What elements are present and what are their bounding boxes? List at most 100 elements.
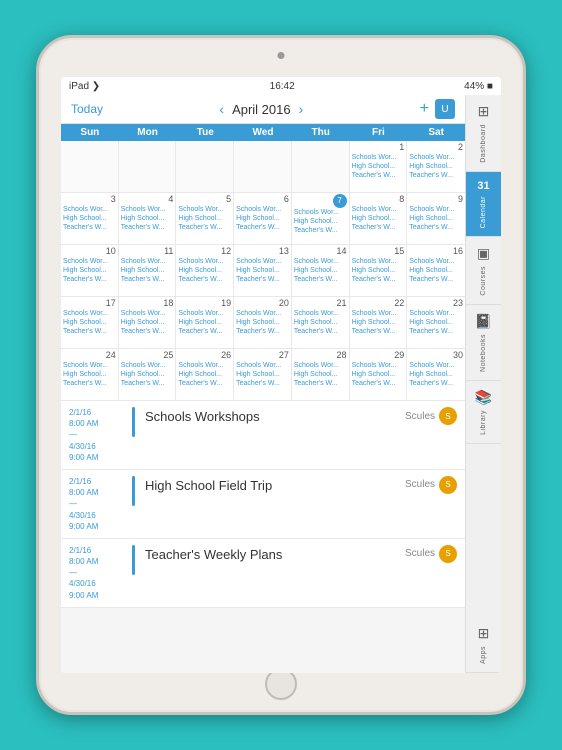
sidebar-item-apps[interactable]: ⊞ Apps [466,617,501,673]
event-end-time: 9:00 AM [69,521,124,532]
cal-event: Teacher's W... [294,226,347,235]
cal-cell-13[interactable]: 13 Schools Wor... High School... Teacher… [234,245,292,297]
cal-cell-30[interactable]: 30 Schools Wor... High School... Teacher… [407,349,465,401]
cal-cell-empty[interactable] [234,141,292,193]
event-start-time: 8:00 AM [69,556,124,567]
sidebar-item-calendar[interactable]: 31 Calendar [466,172,501,237]
cal-cell-24[interactable]: 24 Schools Wor... High School... Teacher… [61,349,119,401]
cal-cell-5[interactable]: 5 Schools Wor... High School... Teacher'… [176,193,234,245]
cal-event: Teacher's W... [121,275,174,284]
cal-event: High School... [294,318,347,327]
cal-date: 26 [178,350,231,361]
cal-date: 12 [178,246,231,257]
list-item[interactable]: 2/1/16 8:00 AM — 4/30/16 9:00 AM Schools… [61,401,465,470]
cal-cell-7[interactable]: 7 Schools Wor... High School... Teacher'… [292,193,350,245]
user-avatar[interactable]: U [435,99,455,119]
add-event-button[interactable]: + [420,100,429,118]
cal-cell-3[interactable]: 3 Schools Wor... High School... Teacher'… [61,193,119,245]
cal-cell-21[interactable]: 21 Schools Wor... High School... Teacher… [292,297,350,349]
cal-cell-8[interactable]: 8 Schools Wor... High School... Teacher'… [350,193,408,245]
event-start-date: 2/1/16 [69,407,124,418]
event-avatar: S [439,476,457,494]
cal-cell-20[interactable]: 20 Schools Wor... High School... Teacher… [234,297,292,349]
cal-date: 4 [121,194,174,205]
cal-event: Teacher's W... [409,327,463,336]
prev-month-button[interactable]: ‹ [219,101,224,117]
cal-date: 15 [352,246,405,257]
cal-cell-empty[interactable] [292,141,350,193]
cal-cell-11[interactable]: 11 Schools Wor... High School... Teacher… [119,245,177,297]
cal-cell-2[interactable]: 2 Schools Wor... High School... Teacher'… [407,141,465,193]
next-month-button[interactable]: › [299,101,304,117]
cal-event: Teacher's W... [121,223,174,232]
event-avatar-initial: S [445,480,450,489]
cal-cell-16[interactable]: 16 Schools Wor... High School... Teacher… [407,245,465,297]
event-end-date: 4/30/16 [69,578,124,589]
cal-cell-18[interactable]: 18 Schools Wor... High School... Teacher… [119,297,177,349]
cal-event: Schools Wor... [236,205,289,214]
cal-cell-14[interactable]: 14 Schools Wor... High School... Teacher… [292,245,350,297]
cal-cell-empty[interactable] [119,141,177,193]
cal-cell-28[interactable]: 28 Schools Wor... High School... Teacher… [292,349,350,401]
cal-date: 21 [294,298,347,309]
cal-cell-22[interactable]: 22 Schools Wor... High School... Teacher… [350,297,408,349]
cal-date: 16 [409,246,463,257]
cal-cell-17[interactable]: 17 Schools Wor... High School... Teacher… [61,297,119,349]
event-start-time: 8:00 AM [69,487,124,498]
cal-date: 25 [121,350,174,361]
cal-cell-25[interactable]: 25 Schools Wor... High School... Teacher… [119,349,177,401]
cal-cell-10[interactable]: 10 Schools Wor... High School... Teacher… [61,245,119,297]
event-start-date: 2/1/16 [69,545,124,556]
cal-date: 20 [236,298,289,309]
cal-event: Teacher's W... [236,275,289,284]
apps-icon: ⊞ [478,625,490,642]
cal-cell-29[interactable]: 29 Schools Wor... High School... Teacher… [350,349,408,401]
avatar-initial: U [441,104,448,115]
cal-cell-empty[interactable] [176,141,234,193]
cal-event: Teacher's W... [409,171,463,180]
sidebar-item-courses[interactable]: ▣ Courses [466,237,501,305]
cal-event: Teacher's W... [121,379,174,388]
day-header-mon: Mon [119,124,177,141]
cal-cell-9[interactable]: 9 Schools Wor... High School... Teacher'… [407,193,465,245]
day-header-wed: Wed [234,124,292,141]
cal-cell-1[interactable]: 1 Schools Wor... High School... Teacher'… [350,141,408,193]
cal-event: Teacher's W... [352,327,405,336]
cal-cell-15[interactable]: 15 Schools Wor... High School... Teacher… [350,245,408,297]
calendar-header: Today ‹ April 2016 › + U [61,95,465,124]
cal-event: Teacher's W... [63,327,116,336]
list-item[interactable]: 2/1/16 8:00 AM — 4/30/16 9:00 AM Teacher… [61,539,465,608]
cal-event: Schools Wor... [63,361,116,370]
today-button[interactable]: Today [71,102,103,116]
cal-cell-empty[interactable] [61,141,119,193]
cal-event: Teacher's W... [409,275,463,284]
cal-event: High School... [178,318,231,327]
cal-event: Teacher's W... [294,379,347,388]
cal-cell-19[interactable]: 19 Schools Wor... High School... Teacher… [176,297,234,349]
cal-cell-12[interactable]: 12 Schools Wor... High School... Teacher… [176,245,234,297]
sidebar-item-dashboard[interactable]: ⊞ Dashboard [466,95,501,172]
sidebar-item-notebooks[interactable]: 📓 Notebooks [466,305,501,381]
event-right: Scules S [405,407,457,425]
cal-cell-26[interactable]: 26 Schools Wor... High School... Teacher… [176,349,234,401]
cal-cell-6[interactable]: 6 Schools Wor... High School... Teacher'… [234,193,292,245]
cal-date: 23 [409,298,463,309]
day-header-fri: Fri [350,124,408,141]
cal-date: 13 [236,246,289,257]
event-end-date: 4/30/16 [69,441,124,452]
event-avatar-initial: S [445,412,450,421]
event-color-bar [132,545,135,575]
event-end-date: 4/30/16 [69,510,124,521]
list-item[interactable]: 2/1/16 8:00 AM — 4/30/16 9:00 AM High Sc… [61,470,465,539]
event-dates: 2/1/16 8:00 AM — 4/30/16 9:00 AM [69,545,124,601]
cal-cell-27[interactable]: 27 Schools Wor... High School... Teacher… [234,349,292,401]
cal-cell-23[interactable]: 23 Schools Wor... High School... Teacher… [407,297,465,349]
cal-date: 18 [121,298,174,309]
cal-cell-4[interactable]: 4 Schools Wor... High School... Teacher'… [119,193,177,245]
sidebar-item-library[interactable]: 📚 Library [466,381,501,444]
cal-date: 17 [63,298,116,309]
cal-event: Schools Wor... [236,361,289,370]
sidebar-item-label: Apps [480,646,487,664]
event-author: Scules [405,479,435,490]
cal-date: 19 [178,298,231,309]
